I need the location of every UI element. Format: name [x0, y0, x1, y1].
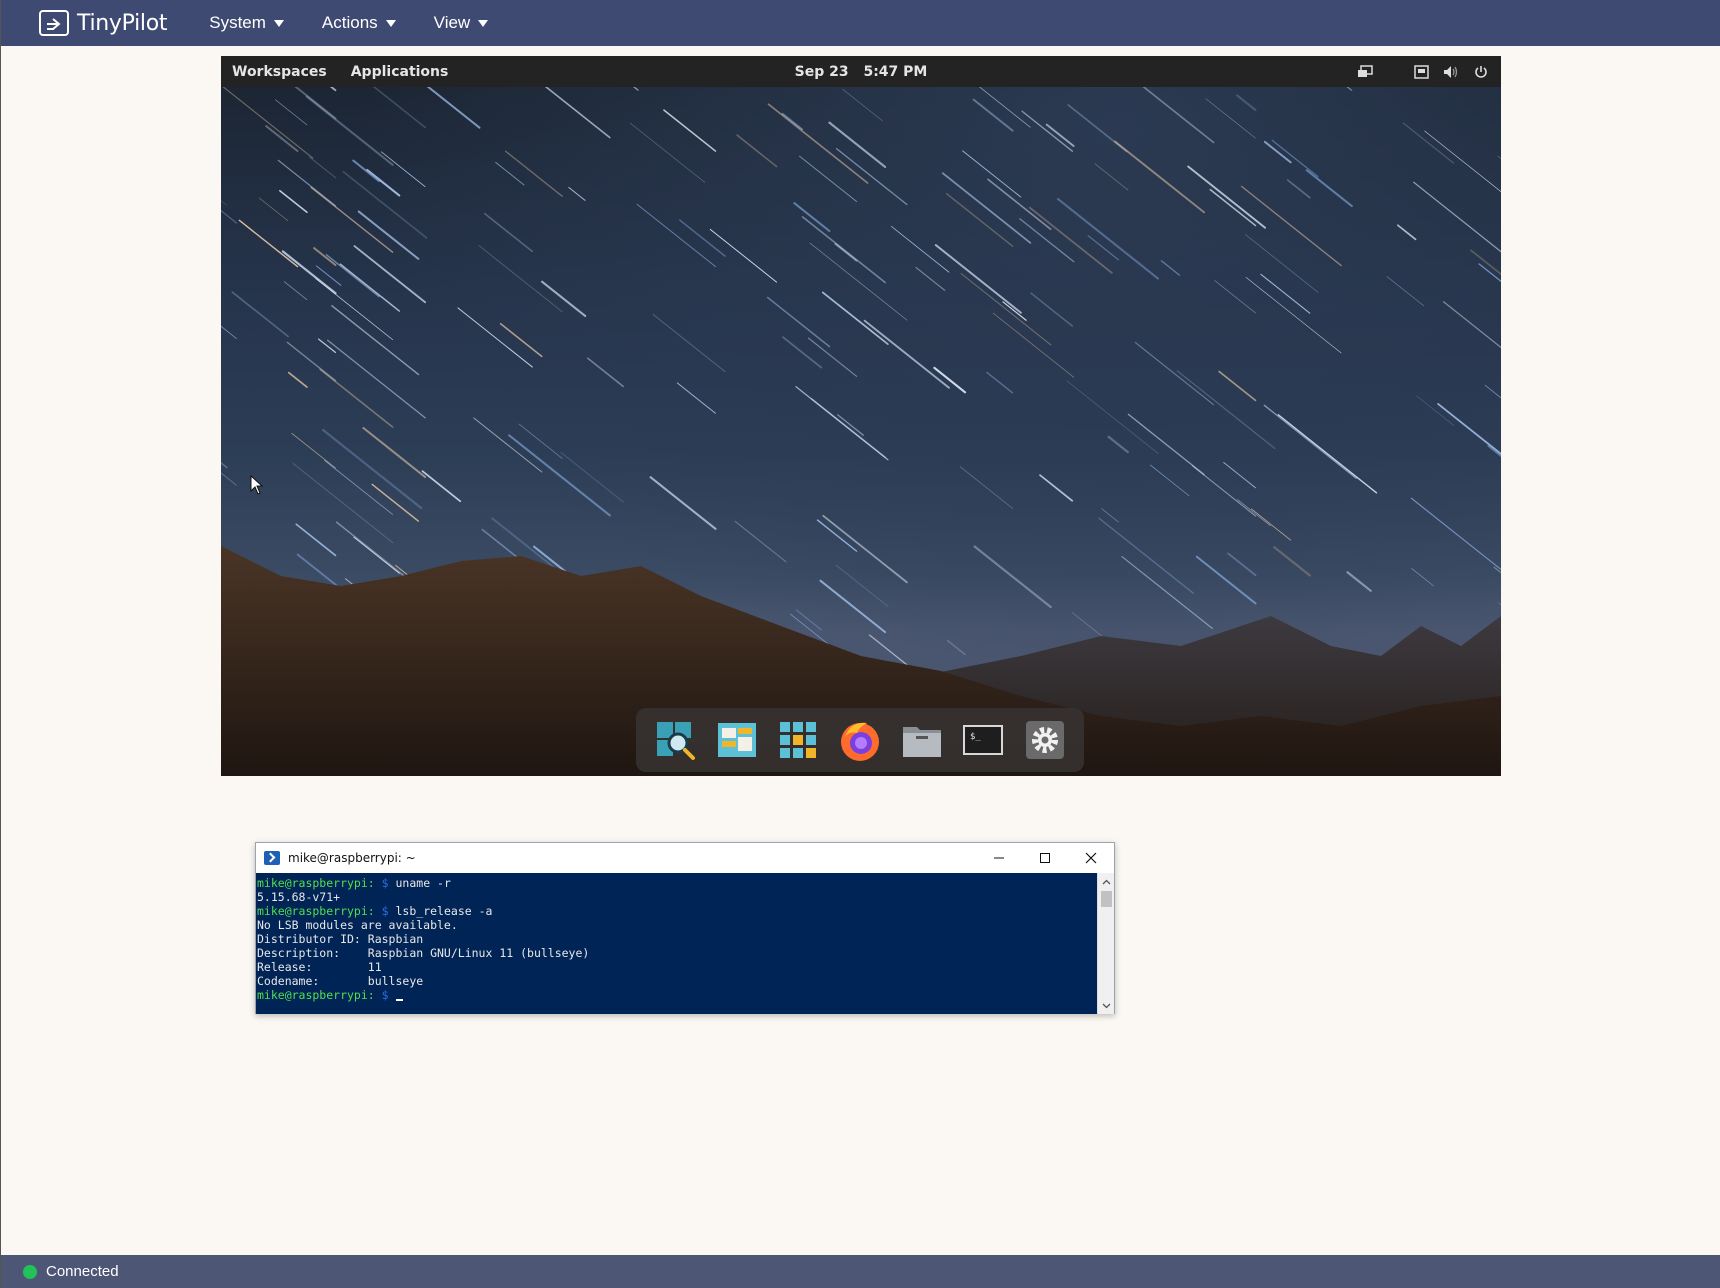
- power-icon[interactable]: [1473, 64, 1489, 80]
- minimize-icon: [994, 857, 1004, 859]
- terminal-titlebar[interactable]: mike@raspberrypi: ~: [256, 843, 1114, 873]
- scroll-down-icon[interactable]: [1098, 997, 1115, 1014]
- app-grid-icon[interactable]: [775, 717, 821, 763]
- terminal-title: mike@raspberrypi: ~: [288, 851, 416, 865]
- minimize-button[interactable]: [976, 843, 1022, 873]
- gnome-top-bar: Sep 23 5:47 PM Workspaces Applications: [221, 56, 1501, 87]
- terminal-icon[interactable]: $_: [960, 717, 1006, 763]
- terminal-scrollbar[interactable]: [1097, 873, 1114, 1014]
- connection-status-label: Connected: [46, 1263, 119, 1280]
- caret-down-icon: [273, 19, 284, 27]
- prompt-sep: :: [367, 904, 375, 918]
- terminal-window[interactable]: mike@raspberrypi: ~ mike@raspberrypi: $ …: [255, 842, 1115, 1014]
- terminal-line: 5.15.68-v71+: [257, 890, 341, 904]
- terminal-line: Distributor ID: Raspbian: [257, 932, 424, 946]
- prompt-user: mike@raspberrypi: [257, 904, 368, 918]
- close-button[interactable]: [1068, 843, 1114, 873]
- brand[interactable]: TinyPilot: [39, 0, 168, 46]
- applications-button[interactable]: Applications: [351, 64, 449, 80]
- text-cursor: [395, 999, 403, 1001]
- caret-down-icon: [478, 19, 489, 27]
- network-icon[interactable]: [1413, 64, 1429, 80]
- close-icon: [1085, 852, 1097, 864]
- workspaces-button[interactable]: Workspaces: [232, 64, 327, 80]
- terminal-line: Description: Raspbian GNU/Linux 11 (bull…: [257, 946, 590, 960]
- terminal-line: mike@raspberrypi: $ uname -r: [257, 876, 1096, 890]
- remote-screen[interactable]: Sep 23 5:47 PM Workspaces Applications $…: [221, 56, 1501, 776]
- clock-date[interactable]: Sep 23: [795, 64, 849, 80]
- prompt-command: uname -r: [388, 876, 451, 890]
- svg-text:$_: $_: [970, 732, 981, 742]
- scroll-thumb[interactable]: [1101, 891, 1112, 907]
- prompt-dollar: $: [374, 904, 389, 918]
- terminal-output[interactable]: mike@raspberrypi: $ uname -r 5.15.68-v71+…: [256, 873, 1097, 1014]
- caret-down-icon: [385, 19, 396, 27]
- prompt-sep: :: [367, 876, 375, 890]
- maximize-button[interactable]: [1022, 843, 1068, 873]
- terminal-line: Codename: bullseye: [257, 974, 424, 988]
- main-menu: System Actions View: [197, 0, 514, 46]
- terminal-line: No LSB modules are available.: [257, 918, 458, 932]
- scroll-up-icon[interactable]: [1098, 873, 1115, 890]
- brand-name: TinyPilot: [77, 10, 168, 36]
- menu-system-label: System: [209, 13, 266, 32]
- menu-view[interactable]: View: [422, 0, 501, 46]
- maximize-icon: [1040, 853, 1050, 863]
- firefox-icon[interactable]: [837, 717, 883, 763]
- prompt-dollar: $: [374, 988, 389, 1002]
- screen-icon[interactable]: [1357, 64, 1373, 80]
- tinypilot-logo-icon: [39, 10, 69, 36]
- files-icon[interactable]: [899, 717, 945, 763]
- powershell-icon: [264, 851, 280, 865]
- prompt-user: mike@raspberrypi: [257, 988, 368, 1002]
- connection-status-icon: [23, 1264, 37, 1279]
- clock-time[interactable]: 5:47 PM: [863, 64, 927, 80]
- prompt-sep: :: [367, 988, 375, 1002]
- prompt-command: [389, 988, 396, 1002]
- prompt-user: mike@raspberrypi: [257, 876, 368, 890]
- prompt-command: lsb_release -a: [388, 904, 493, 918]
- search-app-icon[interactable]: [652, 717, 698, 763]
- menu-view-label: View: [433, 13, 471, 32]
- prompt-dollar: $: [374, 876, 389, 890]
- terminal-line: mike@raspberrypi: $ lsb_release -a: [257, 904, 1096, 918]
- menu-system[interactable]: System: [197, 0, 296, 46]
- settings-icon[interactable]: [1022, 717, 1068, 763]
- terminal-line: Release: 11: [257, 960, 382, 974]
- terminal-line: mike@raspberrypi: $: [257, 988, 1096, 1002]
- status-bar: Connected: [1, 1255, 1720, 1288]
- dock: $_: [636, 708, 1084, 772]
- wallpaper-star-trails: [221, 56, 1501, 776]
- menu-actions[interactable]: Actions: [310, 0, 408, 46]
- volume-icon[interactable]: [1443, 64, 1459, 80]
- mouse-pointer-icon: [250, 475, 264, 495]
- navbar: TinyPilot System Actions View: [1, 0, 1720, 46]
- menu-actions-label: Actions: [321, 13, 378, 32]
- window-switcher-icon[interactable]: [714, 717, 760, 763]
